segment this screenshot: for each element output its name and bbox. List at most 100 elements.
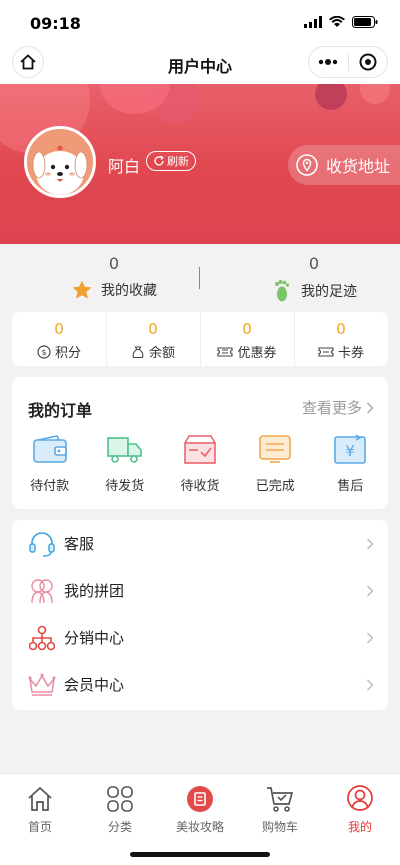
chevron-right-icon bbox=[367, 538, 374, 549]
refresh-icon bbox=[154, 155, 164, 166]
decor-bubble bbox=[315, 84, 347, 110]
asset-coupons[interactable]: 0 优惠券 bbox=[200, 312, 294, 366]
close-miniprogram-button[interactable] bbox=[349, 47, 388, 77]
tab-home[interactable]: 首页 bbox=[0, 784, 80, 835]
stats-divider bbox=[199, 267, 200, 289]
tab-home-label: 首页 bbox=[27, 820, 52, 834]
after-sale-label: 售后 bbox=[337, 479, 364, 494]
box-icon bbox=[184, 435, 216, 464]
home-icon bbox=[28, 786, 52, 811]
truck-icon bbox=[106, 437, 142, 463]
favorites-count: 0 bbox=[108, 254, 120, 273]
profile-header: 阿白 刷新 收货地址 bbox=[0, 84, 400, 244]
chevron-right-icon bbox=[367, 585, 374, 596]
menu-item-member-center[interactable]: 会员中心 bbox=[12, 661, 388, 708]
points-icon: $ bbox=[37, 344, 51, 359]
distribution-center-label: 分销中心 bbox=[64, 629, 125, 647]
asset-balance[interactable]: 0 余额 bbox=[106, 312, 200, 366]
hierarchy-icon bbox=[29, 625, 55, 650]
footprint-icon bbox=[275, 280, 290, 302]
tab-cart[interactable]: 购物车 bbox=[240, 784, 320, 835]
cart-icon bbox=[267, 787, 294, 812]
pending-shipment-label: 待发货 bbox=[105, 479, 145, 494]
cards-label: 卡券 bbox=[337, 346, 364, 361]
decor-bubble bbox=[360, 84, 390, 104]
footprints-count: 0 bbox=[308, 254, 320, 273]
wallet-bag-icon bbox=[132, 345, 144, 358]
book-icon bbox=[187, 786, 213, 812]
more-dots-icon bbox=[319, 59, 338, 65]
view-more-orders-link[interactable]: 查看更多 bbox=[302, 397, 374, 418]
order-after-sale[interactable]: ¥ 售后 bbox=[313, 433, 388, 494]
chevron-right-icon bbox=[367, 402, 374, 413]
shipping-address-button[interactable]: 收货地址 bbox=[288, 145, 400, 185]
menu-item-distribution-center[interactable]: 分销中心 bbox=[12, 614, 388, 661]
customer-service-label: 客服 bbox=[64, 535, 95, 553]
dog-avatar-icon bbox=[32, 145, 88, 195]
pending-payment-label: 待付款 bbox=[30, 479, 70, 494]
orders-title: 我的订单 bbox=[28, 401, 93, 420]
tab-category[interactable]: 分类 bbox=[80, 784, 160, 835]
status-bar: 09:18 bbox=[0, 0, 400, 44]
home-indicator bbox=[130, 852, 270, 857]
wallet-icon bbox=[32, 435, 67, 463]
pending-receipt-label: 待收货 bbox=[180, 479, 220, 494]
order-pending-payment[interactable]: 待付款 bbox=[12, 433, 87, 494]
balance-value: 0 bbox=[148, 320, 158, 338]
wifi-icon bbox=[329, 16, 345, 27]
footprints-label: 我的足迹 bbox=[301, 284, 357, 300]
refresh-button[interactable]: 刷新 bbox=[146, 151, 196, 171]
coupon-icon bbox=[217, 346, 234, 357]
order-status-row: 待付款 待发货 待收货 已完成 ¥ 售后 bbox=[12, 433, 388, 494]
status-time: 09:18 bbox=[30, 14, 81, 33]
my-footprints[interactable]: 0 我的足迹 bbox=[214, 254, 400, 303]
view-more-label: 查看更多 bbox=[301, 399, 362, 417]
tab-beauty-guide[interactable]: 美妆攻略 bbox=[160, 784, 240, 835]
tab-category-label: 分类 bbox=[107, 820, 132, 834]
chevron-right-icon bbox=[367, 679, 374, 690]
tab-beauty-guide-label: 美妆攻略 bbox=[175, 820, 224, 834]
svg-text:$: $ bbox=[41, 348, 46, 357]
cards-value: 0 bbox=[336, 320, 346, 338]
refresh-label: 刷新 bbox=[167, 155, 189, 168]
battery-icon bbox=[352, 16, 378, 28]
chevron-right-icon bbox=[367, 632, 374, 643]
my-favorites[interactable]: 0 我的收藏 bbox=[14, 254, 214, 301]
user-icon bbox=[347, 785, 373, 811]
after-sale-icon: ¥ bbox=[334, 434, 367, 464]
favorites-label: 我的收藏 bbox=[101, 283, 157, 299]
star-icon bbox=[72, 280, 92, 299]
my-group-buy-label: 我的拼团 bbox=[64, 582, 125, 600]
miniprogram-capsule bbox=[308, 46, 388, 78]
shipping-address-label: 收货地址 bbox=[326, 157, 391, 176]
headset-icon bbox=[29, 531, 55, 557]
status-icons bbox=[304, 16, 378, 28]
svg-text:¥: ¥ bbox=[346, 442, 356, 460]
crown-icon bbox=[28, 673, 56, 696]
asset-points[interactable]: 0 $ 积分 bbox=[12, 312, 106, 366]
asset-cards[interactable]: 0 卡券 bbox=[294, 312, 388, 366]
balance-label: 余额 bbox=[148, 346, 175, 361]
more-button[interactable] bbox=[309, 47, 348, 77]
target-circle-icon bbox=[359, 53, 377, 71]
coupons-value: 0 bbox=[242, 320, 252, 338]
order-completed[interactable]: 已完成 bbox=[238, 433, 313, 494]
menu-item-customer-service[interactable]: 客服 bbox=[12, 520, 388, 567]
group-icon bbox=[31, 578, 53, 603]
stats-row: 0 我的收藏 0 我的足迹 bbox=[0, 244, 400, 308]
tab-me[interactable]: 我的 bbox=[320, 784, 400, 835]
orders-card: 我的订单 查看更多 待付款 待发货 待收货 已完成 ¥ 售后 bbox=[12, 377, 388, 509]
order-pending-receipt[interactable]: 待收货 bbox=[162, 433, 237, 494]
points-label: 积分 bbox=[54, 346, 81, 361]
avatar[interactable] bbox=[24, 126, 96, 198]
member-center-label: 会员中心 bbox=[64, 676, 125, 694]
menu-item-my-group-buy[interactable]: 我的拼团 bbox=[12, 567, 388, 614]
completed-label: 已完成 bbox=[255, 479, 295, 494]
order-pending-shipment[interactable]: 待发货 bbox=[87, 433, 162, 494]
tab-me-label: 我的 bbox=[347, 820, 372, 834]
category-icon bbox=[107, 786, 133, 812]
nav-bar: 用户中心 bbox=[0, 44, 400, 84]
card-ticket-icon bbox=[318, 346, 334, 357]
assets-card: 0 $ 积分 0 余额 0 优惠券 0 卡券 bbox=[12, 312, 388, 366]
location-pin-icon bbox=[296, 154, 318, 176]
